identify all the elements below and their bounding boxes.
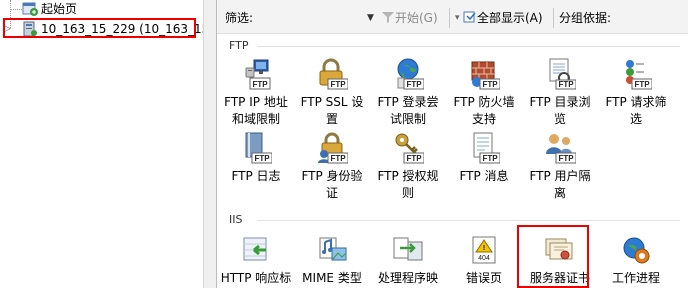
- filter-toolbar: 筛选: ▼ 开始(G) ▾ 全部显示(A) 分组依据:: [217, 0, 688, 34]
- go-dropdown-icon[interactable]: ▾: [455, 9, 460, 27]
- handler-mapping-icon: [393, 237, 423, 261]
- feature-ftp-authorization[interactable]: FTP FTP 授权规则: [369, 132, 447, 204]
- group-header-iis: IIS: [229, 213, 243, 226]
- feature-label: 选: [629, 112, 642, 126]
- show-all-icon: [463, 11, 476, 23]
- icon-badge: FTP: [634, 80, 650, 89]
- message-doc-icon: FTP: [473, 132, 500, 164]
- icon-badge: FTP: [482, 154, 498, 163]
- feature-label: FTP 防火墙: [453, 95, 515, 109]
- group-header-ftp: FTP: [229, 39, 249, 52]
- feature-label: FTP 请求筛: [605, 95, 667, 109]
- feature-label: HTTP 响应标: [220, 271, 292, 285]
- svg-text:!: !: [483, 245, 485, 252]
- feature-http-response-headers[interactable]: HTTP 响应标: [217, 234, 295, 288]
- pane-splitter[interactable]: [203, 0, 217, 288]
- icon-badge: FTP: [254, 154, 270, 163]
- feature-label: 和域限制: [231, 112, 280, 126]
- feature-ftp-authentication[interactable]: FTP FTP 身份验证: [293, 132, 371, 204]
- feature-label: FTP 用户隔: [529, 169, 591, 183]
- firewall-icon: FTP: [471, 61, 500, 90]
- network-lock-icon: FTP: [245, 59, 271, 90]
- group-divider: [257, 220, 680, 221]
- feature-label: 置: [325, 112, 338, 126]
- feature-label: 则: [401, 186, 414, 200]
- show-all-button[interactable]: 全部显示(A): [463, 9, 543, 27]
- feature-label: FTP 消息: [459, 169, 509, 183]
- go-button[interactable]: 开始(G): [381, 9, 438, 27]
- start-page-icon: [22, 2, 38, 16]
- http-response-icon: [243, 237, 267, 261]
- tree-connector-h: [10, 9, 22, 10]
- padlock-icon: FTP: [319, 58, 348, 90]
- toolbar-separator: [553, 8, 554, 28]
- features-view: 筛选: ▼ 开始(G) ▾ 全部显示(A) 分组依据: FTP FTP FTP …: [217, 0, 688, 288]
- feature-label: 试限制: [389, 112, 426, 126]
- log-book-icon: FTP: [245, 132, 272, 164]
- error-page-icon: ! 404: [472, 236, 496, 264]
- icon-badge: FTP: [482, 80, 498, 89]
- worker-process-icon: [623, 237, 650, 264]
- authorization-key-icon: FTP: [395, 133, 424, 164]
- error-code-badge: 404: [478, 255, 490, 262]
- filter-dropdown-icon[interactable]: ▼: [367, 9, 374, 27]
- icon-badge: FTP: [330, 80, 346, 89]
- feature-label: 错误页: [465, 271, 502, 285]
- group-divider: [257, 46, 680, 47]
- feature-label: FTP 日志: [231, 169, 281, 183]
- feature-label: MIME 类型: [302, 271, 362, 285]
- feature-label: FTP 目录浏: [529, 95, 591, 109]
- feature-label: FTP SSL 设: [300, 95, 364, 109]
- feature-label: FTP 登录尝: [377, 95, 439, 109]
- feature-ftp-directory-browsing[interactable]: FTP FTP 目录浏览: [521, 58, 599, 128]
- icon-badge: FTP: [252, 80, 268, 89]
- feature-label: 支持: [471, 112, 496, 126]
- globe-login-icon: FTP: [397, 58, 424, 90]
- feature-ftp-firewall[interactable]: FTP FTP 防火墙 支持: [445, 58, 523, 128]
- funnel-icon: [382, 12, 394, 23]
- feature-ftp-request-filtering[interactable]: FTP FTP 请求筛选: [597, 58, 675, 128]
- user-isolation-icon: FTP: [546, 134, 576, 164]
- icon-badge: FTP: [558, 154, 574, 163]
- feature-ftp-logging[interactable]: FTP FTP 日志: [217, 132, 295, 204]
- feature-worker-processes[interactable]: 工作进程: [597, 234, 675, 288]
- tree-item-label: 起始页: [41, 2, 78, 16]
- request-filter-icon: FTP: [626, 60, 652, 90]
- icon-badge: FTP: [406, 154, 422, 163]
- icon-badge: FTP: [558, 80, 574, 89]
- go-label: 开始(G): [395, 11, 438, 25]
- feature-label: 工作进程: [611, 271, 660, 285]
- show-all-label: 全部显示(A): [477, 11, 543, 25]
- feature-ftp-ip-domain[interactable]: FTP FTP IP 地址 和域限制: [217, 58, 295, 128]
- feature-error-pages[interactable]: ! 404 错误页: [445, 234, 523, 288]
- feature-label: FTP 授权规: [377, 169, 439, 183]
- feature-ftp-messages[interactable]: FTP FTP 消息: [445, 132, 523, 204]
- group-by-label[interactable]: 分组依据:: [559, 9, 611, 27]
- feature-label: 处理程序映: [377, 271, 438, 285]
- filter-input[interactable]: [255, 7, 379, 29]
- connections-tree: 起始页 ▷ 10_163_15_229 (10_163_15: [0, 0, 209, 288]
- feature-label: FTP IP 地址: [224, 95, 288, 109]
- feature-ftp-ssl[interactable]: FTP FTP SSL 设置: [293, 58, 371, 128]
- directory-browse-icon: FTP: [549, 58, 576, 90]
- feature-label: 离: [553, 186, 566, 200]
- feature-mime-types[interactable]: MIME 类型: [293, 234, 371, 288]
- feature-label: 览: [553, 112, 566, 126]
- icon-badge: FTP: [406, 80, 422, 89]
- selection-highlight: [517, 225, 589, 288]
- feature-label: FTP 身份验: [301, 169, 363, 183]
- auth-lock-icon: FTP: [318, 132, 348, 164]
- mime-types-icon: [319, 237, 347, 261]
- feature-label: 证: [325, 186, 338, 200]
- toolbar-separator: [449, 8, 450, 28]
- feature-ftp-user-isolation[interactable]: FTP FTP 用户隔离: [521, 132, 599, 204]
- feature-handler-mappings[interactable]: 处理程序映: [369, 234, 447, 288]
- icon-badge: FTP: [330, 154, 346, 163]
- feature-ftp-logon-attempts[interactable]: FTP FTP 登录尝 试限制: [369, 58, 447, 128]
- selection-highlight: [3, 18, 196, 38]
- filter-label: 筛选:: [225, 11, 254, 25]
